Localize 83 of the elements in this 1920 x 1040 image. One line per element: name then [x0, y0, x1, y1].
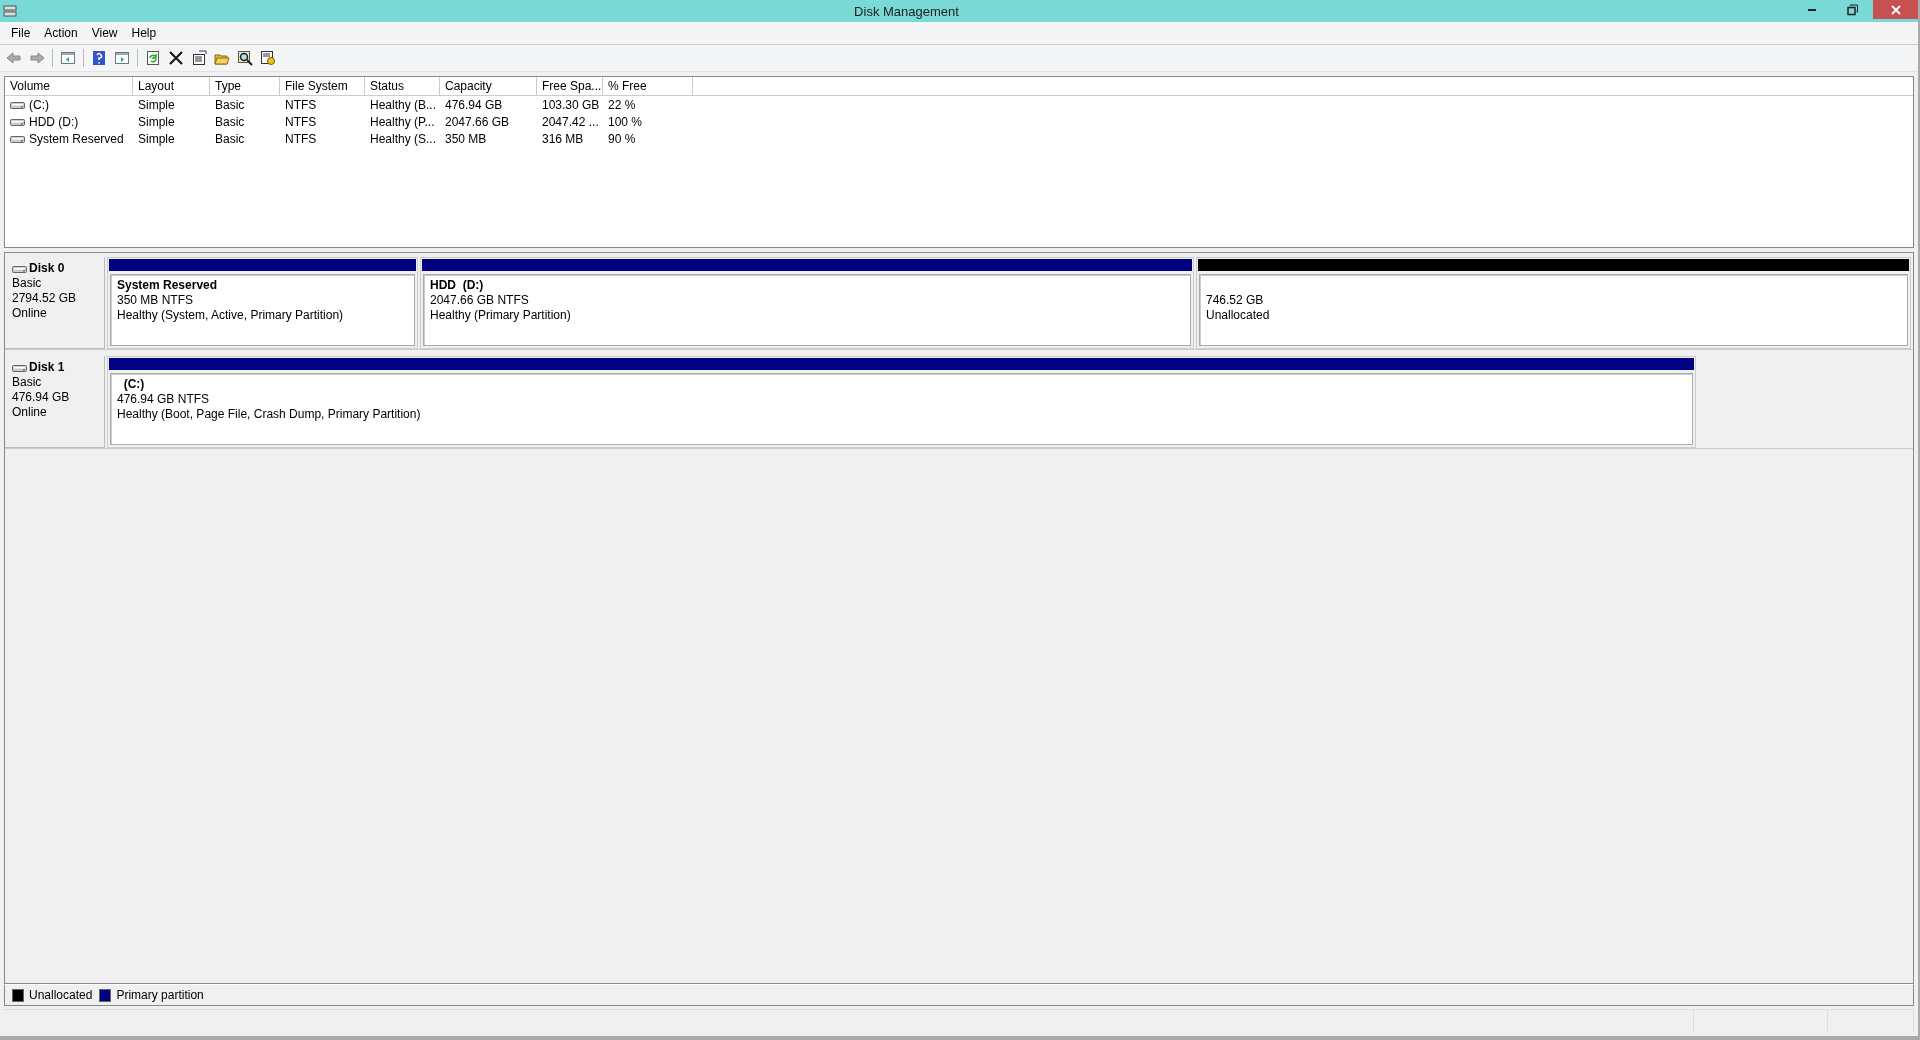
disk-label-panel[interactable]: Disk 1 Basic 476.94 GB Online — [5, 356, 105, 448]
disk-type: Basic — [12, 276, 43, 291]
partition-status: Healthy (System, Active, Primary Partition) — [117, 308, 345, 323]
partition-name: (C:) — [122, 377, 146, 392]
panel-icon[interactable] — [114, 50, 130, 66]
column-header[interactable]: Capacity — [440, 77, 537, 96]
disk-name: Disk 0 — [29, 261, 65, 276]
table-cell: 2047.42 ... — [542, 114, 599, 129]
table-cell: 316 MB — [542, 131, 584, 146]
search-icon[interactable] — [237, 50, 253, 66]
table-cell: 2047.66 GB — [445, 114, 510, 129]
delete-icon[interactable] — [168, 50, 184, 66]
disk-state: Online — [12, 306, 48, 321]
menu-item[interactable]: Help — [124, 26, 164, 40]
table-cell: Healthy (B... — [370, 97, 437, 112]
table-cell: Basic — [215, 114, 245, 129]
column-header[interactable]: Free Spa... — [537, 77, 603, 96]
legend-label: Primary partition — [116, 988, 204, 1002]
help-icon[interactable] — [91, 50, 107, 66]
restore-icon — [1847, 3, 1859, 16]
app-icon — [3, 4, 17, 18]
disk-size: 2794.52 GB — [12, 291, 78, 306]
partition-block[interactable]: HDD (D:) 2047.66 GB NTFS Healthy (Primary Partition) — [420, 257, 1194, 349]
table-cell: 103.30 GB — [542, 97, 600, 112]
back-arrow-icon[interactable] — [6, 50, 22, 66]
table-cell: Basic — [215, 131, 245, 146]
partition-block[interactable]: System Reserved 350 MB NTFS Healthy (System, Active, Primary Partition) — [107, 257, 418, 349]
menu-item[interactable]: Action — [37, 26, 85, 40]
partition-size: 2047.66 GB NTFS — [430, 293, 530, 308]
column-header[interactable]: Type — [210, 77, 280, 96]
table-cell: HDD (D:) — [29, 114, 79, 129]
drive-icon — [10, 116, 26, 127]
panel-icon[interactable] — [60, 50, 76, 66]
close-button[interactable] — [1873, 0, 1918, 19]
drive-icon — [10, 99, 26, 110]
drive-icon — [12, 263, 28, 274]
table-cell: System Reserved — [29, 131, 124, 146]
partition-status: Healthy (Primary Partition) — [430, 308, 572, 323]
table-cell: Healthy (S... — [370, 131, 437, 146]
forward-arrow-icon[interactable] — [29, 50, 45, 66]
disk-size: 476.94 GB — [12, 390, 71, 405]
disk-state: Online — [12, 405, 48, 420]
column-header[interactable]: File System — [280, 77, 365, 96]
partition-size: 476.94 GB NTFS — [117, 392, 211, 407]
partition-size: 350 MB NTFS — [117, 293, 195, 308]
column-header[interactable]: Status — [365, 77, 440, 96]
disk-name: Disk 1 — [29, 360, 65, 375]
partition-name: HDD (D:) — [430, 278, 485, 293]
partition-status: Unallocated — [1206, 308, 1271, 323]
properties-icon[interactable] — [191, 50, 207, 66]
menu-item[interactable]: View — [84, 26, 125, 40]
table-cell: 100 % — [608, 114, 643, 129]
legend-label: Unallocated — [29, 988, 93, 1002]
menu-item[interactable]: File — [4, 26, 38, 40]
column-header[interactable]: Layout — [133, 77, 210, 96]
table-cell: NTFS — [285, 114, 317, 129]
table-cell: Simple — [138, 131, 175, 146]
partition-status: Healthy (Boot, Page File, Crash Dump, Primary Partition) — [117, 407, 422, 422]
partition-block[interactable]: (C:) 476.94 GB NTFS Healthy (Boot, Page File, Crash Dump, Primary Partition) — [107, 356, 1696, 448]
table-cell: Simple — [138, 114, 175, 129]
partition-block[interactable]: 746.52 GB Unallocated — [1196, 257, 1911, 349]
partition-size: 746.52 GB — [1206, 293, 1265, 308]
column-header[interactable]: Volume — [5, 77, 133, 96]
disk-type: Basic — [12, 375, 43, 390]
column-header[interactable]: % Free — [603, 77, 693, 96]
table-cell: 350 MB — [445, 131, 487, 146]
drive-icon — [10, 133, 26, 144]
table-cell: Simple — [138, 97, 175, 112]
close-icon — [1890, 4, 1901, 15]
table-cell: NTFS — [285, 131, 317, 146]
disk-label-panel[interactable]: Disk 0 Basic 2794.52 GB Online — [5, 257, 105, 349]
table-cell: 476.94 GB — [445, 97, 503, 112]
refresh-icon[interactable] — [145, 50, 161, 66]
settings-icon[interactable] — [260, 50, 276, 66]
table-cell: (C:) — [29, 97, 49, 112]
table-cell: NTFS — [285, 97, 317, 112]
table-cell: Basic — [215, 97, 245, 112]
partition-name: System Reserved — [117, 278, 219, 293]
window-title: Disk Management — [853, 3, 960, 19]
drive-icon — [12, 362, 28, 373]
table-cell: 22 % — [608, 97, 636, 112]
table-cell: 90 % — [608, 131, 636, 146]
table-cell: Healthy (P... — [370, 114, 435, 129]
